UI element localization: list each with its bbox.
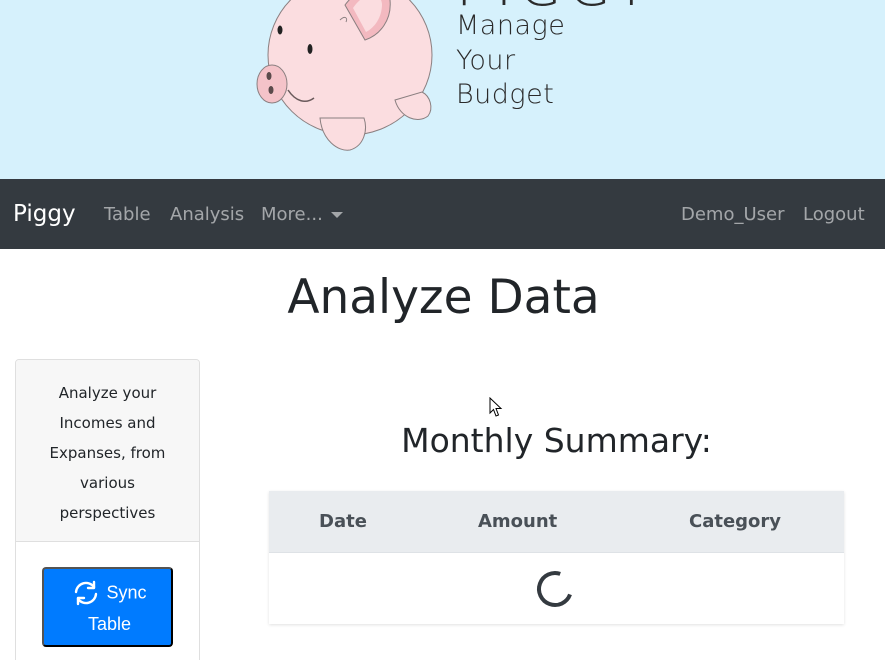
monthly-summary-title: Monthly Summary: — [401, 421, 712, 460]
loading-spinner-icon — [537, 571, 573, 607]
table-header: Date Amount Category — [269, 491, 844, 553]
sync-table-button[interactable]: Sync Table — [42, 567, 173, 647]
tagline-line: Your — [456, 44, 516, 76]
column-header-date[interactable]: Date — [319, 511, 367, 532]
sync-icon — [75, 580, 98, 606]
monthly-summary-table: Date Amount Category — [269, 491, 844, 624]
tagline-line: Manage — [456, 10, 566, 41]
navbar: Piggy Table Analysis More... Demo_User L… — [0, 179, 885, 249]
nav-dropdown-more[interactable]: More... — [261, 204, 323, 225]
piggy-bank-logo — [256, 0, 433, 151]
navbar-brand[interactable]: Piggy — [13, 201, 76, 227]
column-header-amount[interactable]: Amount — [478, 511, 557, 532]
nav-link-logout[interactable]: Logout — [803, 204, 865, 225]
tagline: Manage Your Budget — [456, 9, 565, 113]
header-banner: PIGGY Manage Your Budget — [0, 0, 885, 179]
nav-link-table[interactable]: Table — [104, 204, 151, 225]
sync-button-label-line2: Table — [87, 614, 132, 634]
sync-button-label: Sync — [106, 582, 147, 603]
card-header: Analyze your Incomes and Expanses, from … — [16, 360, 199, 542]
tagline-line: Budget — [456, 79, 555, 110]
caret-down-icon[interactable] — [331, 212, 343, 218]
card-description: Analyze your Incomes and Expanses, from … — [49, 384, 166, 522]
nav-link-analysis[interactable]: Analysis — [170, 204, 244, 225]
page-title: Analyze Data — [287, 270, 600, 325]
column-header-category[interactable]: Category — [689, 511, 781, 532]
sync-button-line: Sync — [44, 580, 175, 608]
mouse-cursor-icon — [489, 397, 503, 417]
nav-link-user[interactable]: Demo_User — [681, 204, 785, 225]
sidebar-card: Analyze your Incomes and Expanses, from … — [15, 359, 200, 660]
